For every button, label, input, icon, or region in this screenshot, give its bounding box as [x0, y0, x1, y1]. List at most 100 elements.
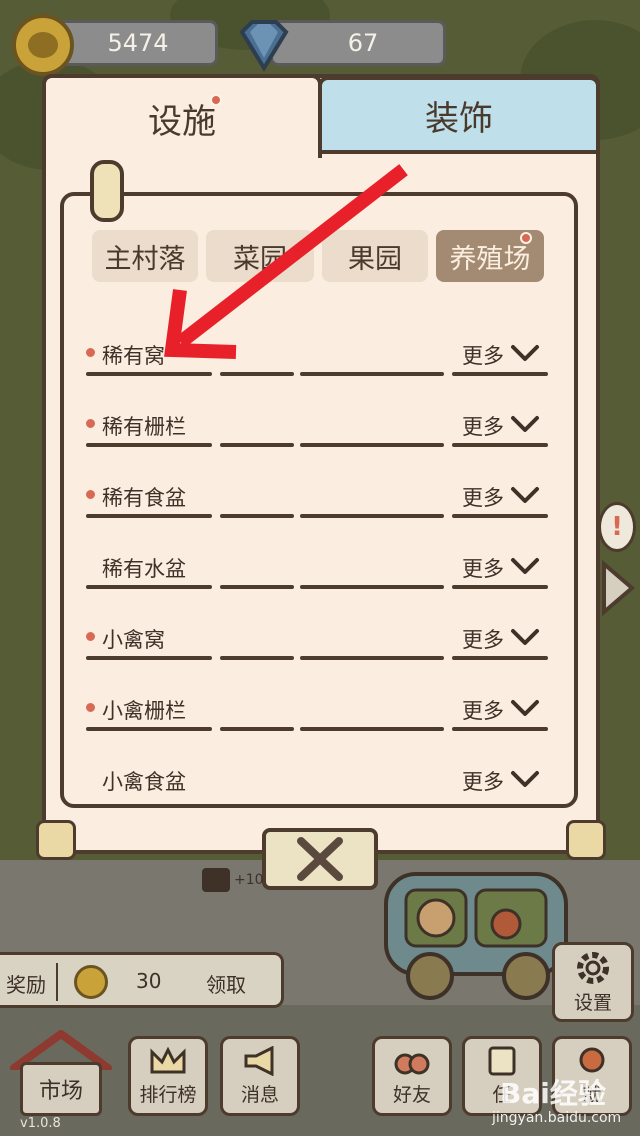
subtab-label: 养殖场: [449, 243, 531, 275]
alert-icon[interactable]: !: [598, 502, 636, 552]
coin-count: 5474: [107, 29, 169, 57]
notification-dot: [84, 488, 97, 501]
divider: [300, 656, 444, 660]
list-item[interactable]: 稀有栅栏 更多: [84, 395, 550, 465]
divider: [86, 443, 212, 447]
friends-button[interactable]: 好友: [372, 1036, 452, 1116]
version-label: v1.0.8: [20, 1116, 61, 1131]
chevron-down-icon[interactable]: [510, 551, 540, 581]
tab-decorations-label: 装饰: [425, 98, 493, 139]
divider: [300, 443, 444, 447]
list-item[interactable]: 小禽食盆 更多: [84, 750, 550, 820]
chevron-down-icon[interactable]: [510, 338, 540, 368]
item-label: 小禽食盆: [102, 770, 186, 794]
divider: [300, 585, 444, 589]
market-button[interactable]: 市场: [6, 1030, 116, 1118]
reward-label: 奖励: [6, 973, 46, 997]
item-label: 稀有水盆: [102, 557, 186, 581]
tab-facilities-label: 设施: [148, 101, 216, 142]
item-label: 稀有栅栏: [102, 415, 186, 439]
notification-dot: [210, 94, 222, 106]
divider: [300, 727, 444, 731]
more-button[interactable]: 更多: [462, 553, 504, 583]
divider: [452, 727, 548, 731]
baidu-watermark: Bai经验: [500, 1077, 606, 1110]
gem-count: 67: [347, 29, 379, 57]
tab-facilities[interactable]: 设施: [42, 74, 322, 158]
notification-dot: [84, 417, 97, 430]
list-item[interactable]: 稀有食盆 更多: [84, 466, 550, 536]
notification-dot: [84, 701, 97, 714]
messages-button[interactable]: 消息: [220, 1036, 300, 1116]
list-item[interactable]: 小禽窝 更多: [84, 608, 550, 678]
leaderboard-label: 排行榜: [139, 1084, 197, 1106]
reward-amount: 30: [136, 969, 162, 993]
ad-reward-text: +10: [234, 872, 264, 888]
more-button[interactable]: 更多: [462, 482, 504, 512]
notification-dot: [84, 630, 97, 643]
baidu-watermark-url: jingyan.baidu.com: [492, 1110, 622, 1126]
divider: [452, 372, 548, 376]
paw-coin-icon: [12, 14, 74, 76]
scroll-roll-decoration: [90, 160, 124, 222]
more-button[interactable]: 更多: [462, 624, 504, 654]
next-arrow-icon[interactable]: [600, 560, 636, 616]
item-label: 小禽窝: [102, 628, 165, 652]
divider: [220, 372, 294, 376]
market-label: 市场: [38, 1079, 83, 1104]
divider: [452, 443, 548, 447]
chevron-down-icon[interactable]: [510, 764, 540, 794]
diamond-icon: [239, 20, 289, 72]
corner-ornament: [36, 820, 76, 860]
divider: [452, 514, 548, 518]
chevron-down-icon[interactable]: [510, 480, 540, 510]
video-ad-button[interactable]: +10: [202, 868, 272, 894]
divider: [220, 585, 294, 589]
divider: [86, 585, 212, 589]
leaderboard-button[interactable]: 排行榜: [128, 1036, 208, 1116]
chevron-down-icon[interactable]: [510, 409, 540, 439]
tab-decorations[interactable]: 装饰: [318, 76, 600, 154]
notification-dot: [520, 232, 532, 244]
close-icon: [297, 837, 343, 881]
divider: [56, 963, 58, 1001]
friends-icon: [394, 1053, 430, 1075]
red-arrow-annotation: [164, 164, 408, 359]
claim-button[interactable]: 领取: [206, 969, 246, 998]
divider: [300, 372, 444, 376]
item-label: 小禽栅栏: [102, 699, 186, 723]
divider: [220, 727, 294, 731]
chevron-down-icon[interactable]: [510, 693, 540, 723]
divider: [452, 585, 548, 589]
megaphone-icon: [244, 1046, 274, 1076]
corner-ornament: [566, 820, 606, 860]
play-video-icon: [202, 868, 230, 892]
chevron-down-icon[interactable]: [510, 622, 540, 652]
coin-icon: [74, 965, 108, 999]
gem-counter: 67: [270, 20, 446, 66]
settings-button[interactable]: 设置: [552, 942, 634, 1022]
divider: [86, 727, 212, 731]
divider: [86, 656, 212, 660]
divider: [220, 656, 294, 660]
bus-vehicle[interactable]: [376, 864, 576, 1004]
item-label: 稀有食盆: [102, 486, 186, 510]
more-button[interactable]: 更多: [462, 411, 504, 441]
gear-icon: [577, 952, 609, 984]
close-button[interactable]: [262, 828, 378, 890]
divider: [220, 443, 294, 447]
more-button[interactable]: 更多: [462, 766, 504, 796]
notification-dot: [84, 346, 97, 359]
divider: [220, 514, 294, 518]
divider: [300, 514, 444, 518]
messages-label: 消息: [240, 1084, 279, 1106]
list-item[interactable]: 稀有水盆 更多: [84, 537, 550, 607]
more-button[interactable]: 更多: [462, 695, 504, 725]
reward-bar: 奖励 30 领取: [0, 952, 284, 1008]
list-item[interactable]: 小禽栅栏 更多: [84, 679, 550, 749]
divider: [86, 514, 212, 518]
friends-label: 好友: [392, 1084, 431, 1106]
divider: [86, 372, 212, 376]
more-button[interactable]: 更多: [462, 340, 504, 370]
divider: [452, 656, 548, 660]
